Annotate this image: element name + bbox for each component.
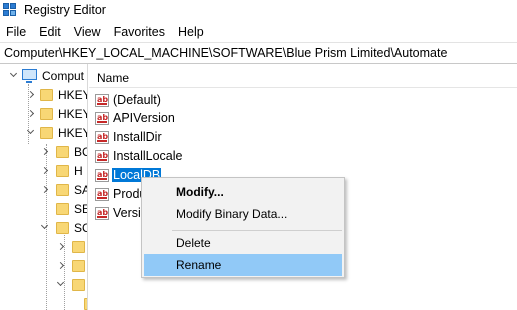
tree-item-hkey-local-machine[interactable]: HKEY <box>0 123 88 142</box>
value-name: APIVersion <box>113 111 175 125</box>
tree-item-label: HKEY <box>58 88 88 102</box>
window-title: Registry Editor <box>24 3 106 17</box>
menu-separator <box>172 230 342 231</box>
value-name: (Default) <box>113 93 161 107</box>
tree-item-sa[interactable]: SA <box>0 180 87 199</box>
menu-help[interactable]: Help <box>178 25 204 39</box>
tree-item-label: SE <box>74 202 87 216</box>
string-value-icon: ab <box>95 168 109 182</box>
value-row[interactable]: ab InstallDir <box>95 128 163 146</box>
title-bar: Registry Editor <box>0 0 517 22</box>
tree-item-computer[interactable]: Comput <box>0 66 87 85</box>
folder-icon <box>72 260 85 272</box>
chevron-down-icon[interactable] <box>56 278 65 287</box>
tree-item-label: Comput <box>42 69 85 83</box>
chevron-right-icon[interactable] <box>40 185 49 194</box>
menu-item-modify[interactable]: Modify... <box>144 181 342 203</box>
value-row[interactable]: ab APIVersion <box>95 109 176 127</box>
tree-item-hkey[interactable]: HKEY <box>0 85 88 104</box>
chevron-down-icon[interactable] <box>9 69 18 78</box>
folder-icon <box>72 241 85 253</box>
chevron-right-icon[interactable] <box>56 242 65 251</box>
menu-item-modify-binary[interactable]: Modify Binary Data... <box>144 203 342 225</box>
string-value-icon: ab <box>95 206 109 220</box>
tree-item-se[interactable]: SE <box>0 199 87 218</box>
folder-icon <box>56 184 69 196</box>
chevron-right-icon[interactable] <box>56 261 65 270</box>
tree-item-software[interactable]: SC <box>0 218 87 237</box>
registry-editor-icon <box>3 3 17 17</box>
folder-icon <box>56 146 69 158</box>
context-menu: Modify... Modify Binary Data... Delete R… <box>141 177 345 278</box>
tree-item-label: HKEY <box>58 107 88 121</box>
string-value-icon: ab <box>95 149 109 163</box>
menu-favorites[interactable]: Favorites <box>114 25 165 39</box>
menu-edit[interactable]: Edit <box>39 25 61 39</box>
value-name: InstallLocale <box>113 149 183 163</box>
value-row[interactable]: ab InstallLocale <box>95 147 184 165</box>
chevron-right-icon[interactable] <box>26 90 35 99</box>
tree-pane[interactable]: Comput HKEY HKEY HKEY BC H SA SE <box>0 64 88 310</box>
value-row[interactable]: ab Produ <box>95 185 147 203</box>
menu-file[interactable]: File <box>6 25 26 39</box>
menu-item-delete[interactable]: Delete <box>144 232 342 254</box>
string-value-icon: ab <box>95 130 109 144</box>
tree-item-h[interactable]: H <box>0 161 87 180</box>
chevron-down-icon[interactable] <box>40 221 49 230</box>
tree-item-label: SA <box>74 183 87 197</box>
menu-bar: File Edit View Favorites Help <box>0 22 517 42</box>
folder-icon <box>40 127 53 139</box>
folder-icon <box>40 108 53 120</box>
folder-icon <box>56 165 69 177</box>
string-value-icon: ab <box>95 93 109 107</box>
column-header-label: Name <box>97 71 130 85</box>
address-bar[interactable]: Computer\HKEY_LOCAL_MACHINE\SOFTWARE\Blu… <box>0 42 517 64</box>
computer-icon <box>22 69 37 83</box>
tree-item-hkey[interactable]: HKEY <box>0 104 88 123</box>
chevron-right-icon[interactable] <box>40 166 49 175</box>
menu-item-rename[interactable]: Rename <box>144 254 342 276</box>
column-header-name[interactable]: Name <box>89 64 517 88</box>
string-value-icon: ab <box>95 111 109 125</box>
menu-view[interactable]: View <box>74 25 101 39</box>
tree-item-bc[interactable]: BC <box>0 142 87 161</box>
value-name: InstallDir <box>113 130 162 144</box>
chevron-right-icon[interactable] <box>26 109 35 118</box>
chevron-right-icon[interactable] <box>40 147 49 156</box>
folder-icon <box>40 89 53 101</box>
value-row[interactable]: ab (Default) <box>95 91 162 109</box>
tree-item-label: SC <box>74 221 87 235</box>
string-value-icon: ab <box>95 187 109 201</box>
folder-icon <box>56 203 69 215</box>
folder-icon <box>84 298 87 310</box>
tree-item-label: H <box>74 164 83 178</box>
tree-item-subkey[interactable] <box>0 256 87 275</box>
tree-item-label: HKEY <box>58 126 88 140</box>
tree-item-subkey[interactable] <box>0 237 87 256</box>
folder-icon <box>56 222 69 234</box>
folder-icon <box>72 279 85 291</box>
tree-item-label: BC <box>74 145 87 159</box>
tree-item-automate[interactable] <box>0 294 87 310</box>
chevron-down-icon[interactable] <box>26 126 35 135</box>
tree-item-blue-prism[interactable] <box>0 275 87 294</box>
